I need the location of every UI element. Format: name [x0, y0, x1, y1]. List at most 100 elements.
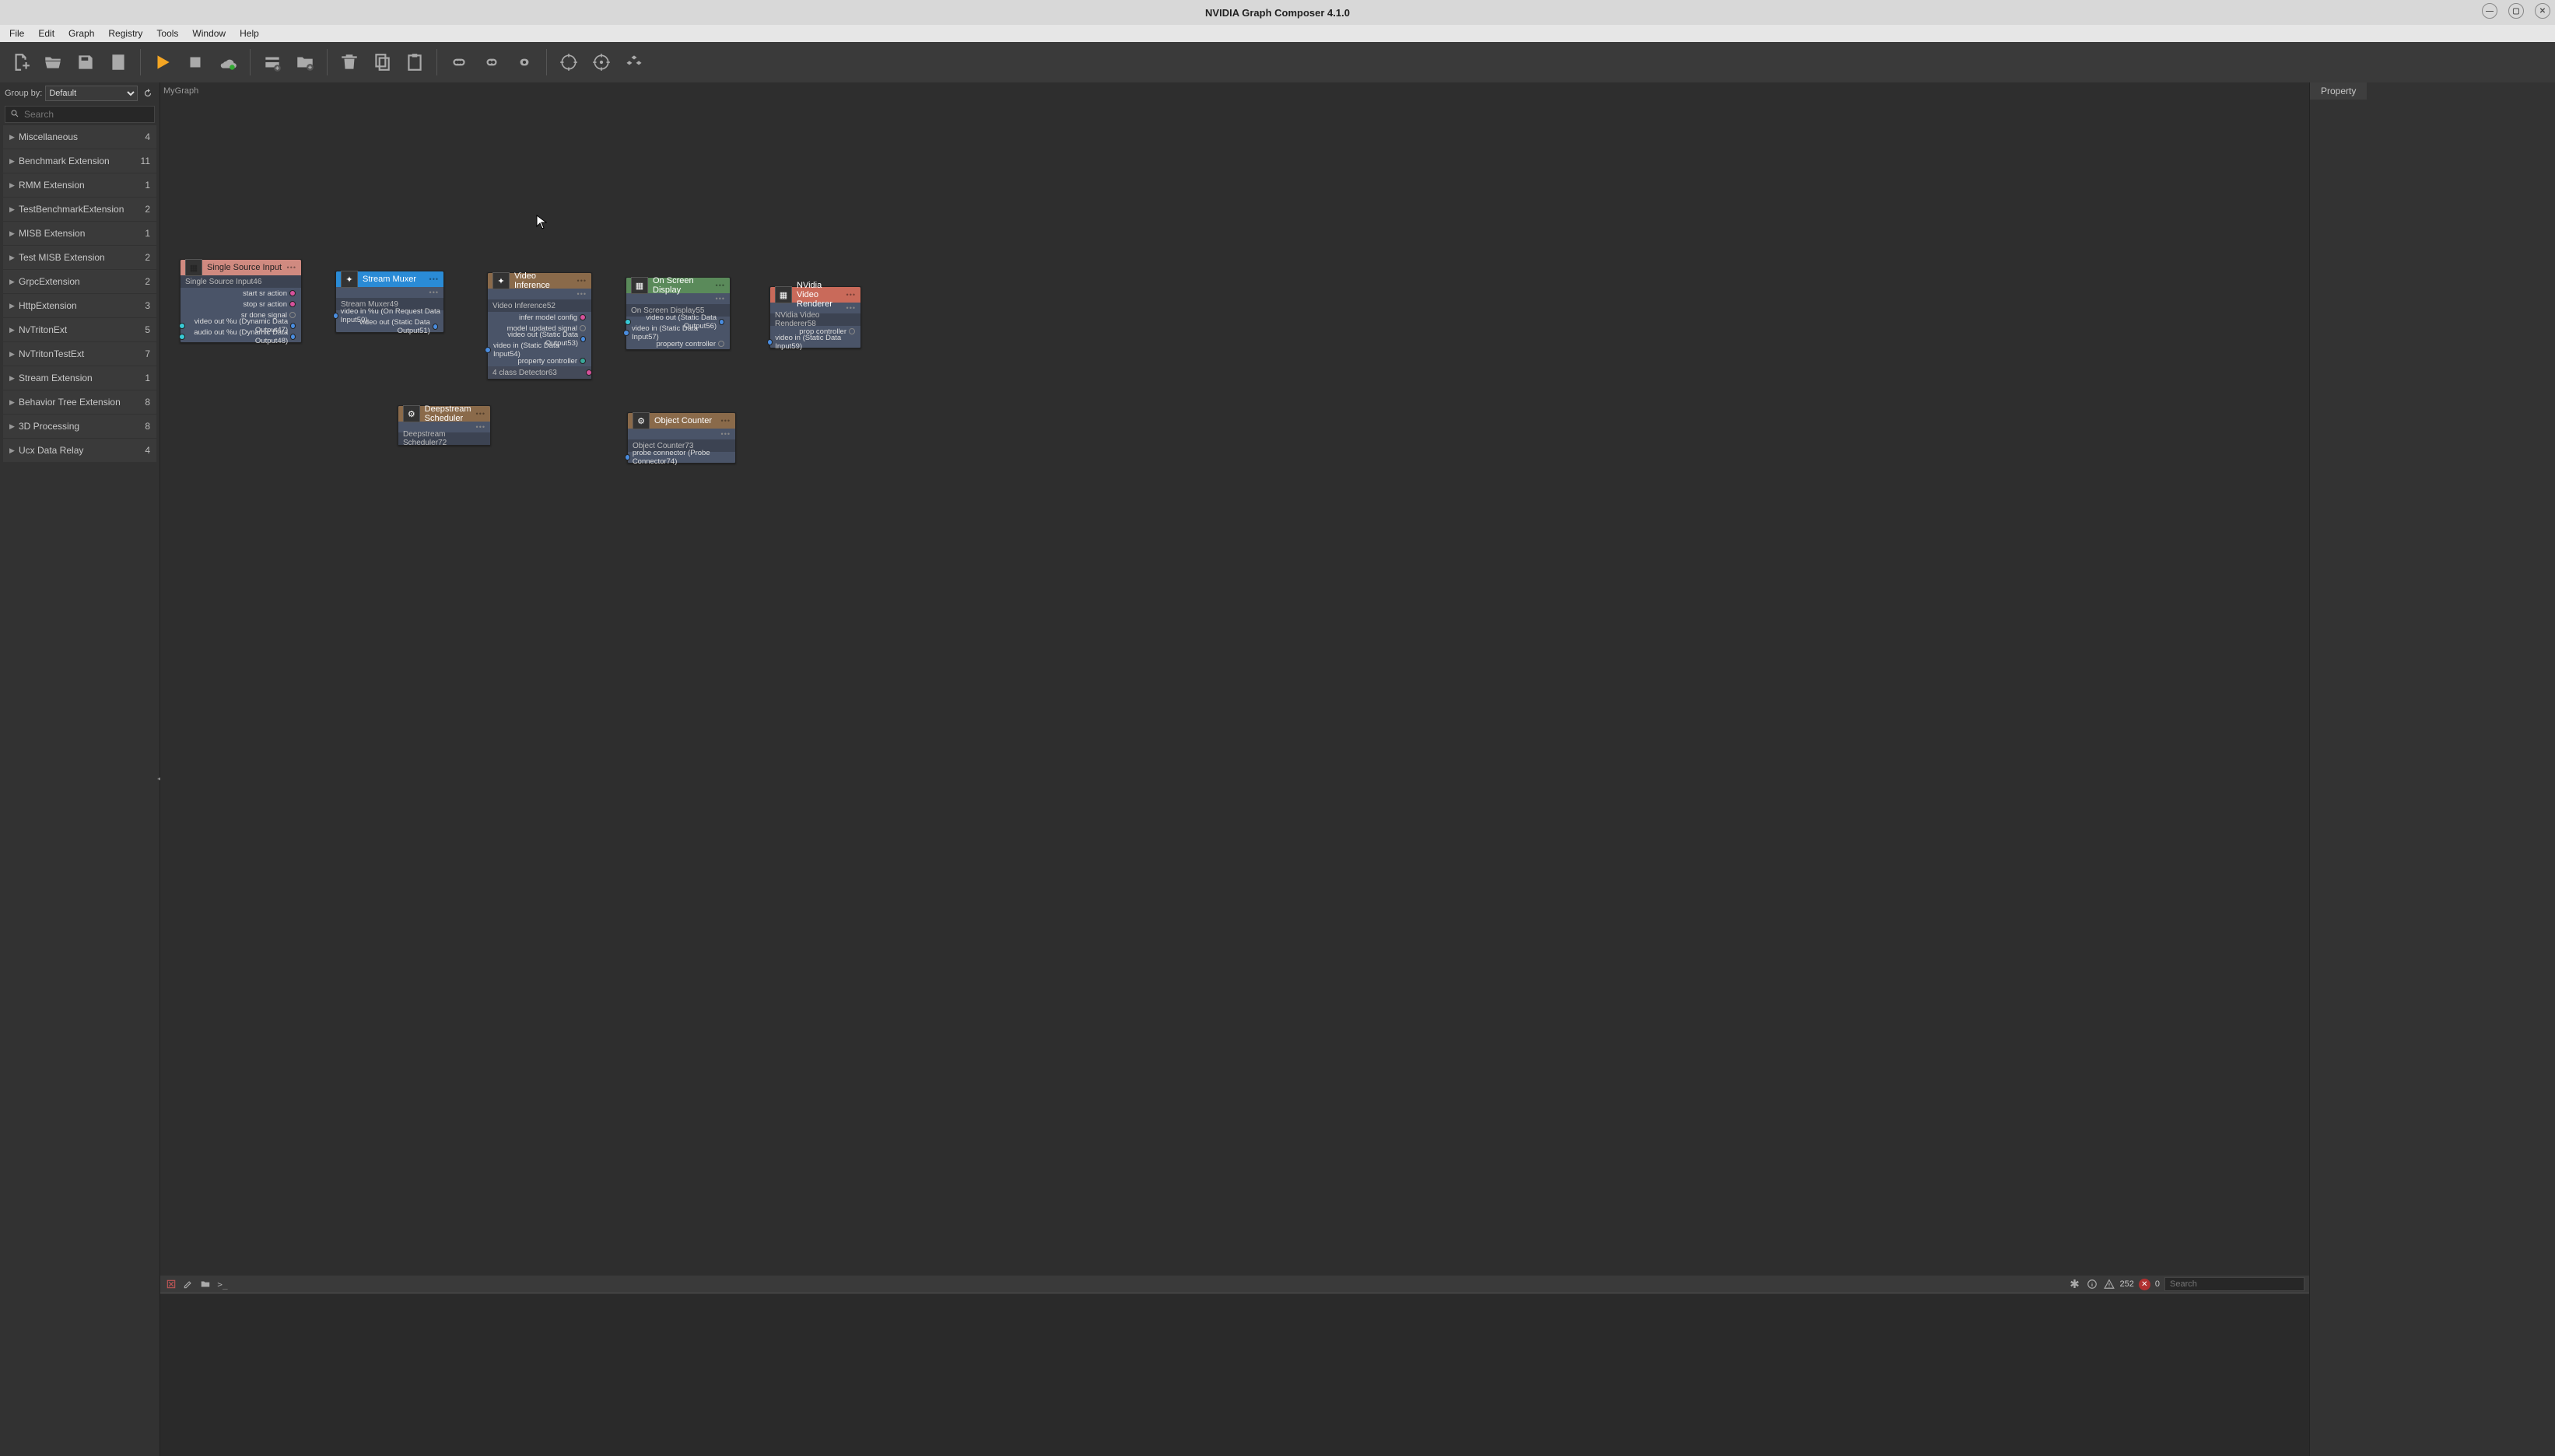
zoom-fit-button[interactable] — [445, 48, 473, 76]
category-row[interactable]: ▶RMM Extension1 — [3, 173, 156, 197]
left-port[interactable] — [625, 319, 631, 325]
more-icon[interactable]: ••• — [716, 282, 725, 289]
component-search[interactable] — [5, 106, 155, 123]
info-icon[interactable] — [2086, 1278, 2098, 1290]
close-button[interactable]: ✕ — [2535, 3, 2550, 19]
export-button[interactable] — [291, 48, 319, 76]
more-icon[interactable]: ••• — [287, 264, 296, 271]
category-row[interactable]: ▶Test MISB Extension2 — [3, 246, 156, 269]
warn-icon[interactable] — [2103, 1278, 2115, 1290]
menu-file[interactable]: File — [3, 26, 30, 40]
output-port[interactable] — [718, 341, 724, 347]
log-folder-icon[interactable] — [199, 1278, 212, 1290]
zoom-selection-button[interactable] — [478, 48, 506, 76]
log-edit-icon[interactable] — [182, 1278, 195, 1290]
output-port[interactable] — [289, 290, 296, 296]
play-button[interactable] — [149, 48, 177, 76]
error-badge-icon[interactable]: ✕ — [2139, 1279, 2150, 1290]
more-icon[interactable]: ••• — [721, 417, 731, 425]
graph-tab[interactable]: MyGraph — [163, 86, 198, 96]
category-row[interactable]: ▶Benchmark Extension11 — [3, 149, 156, 173]
menu-registry[interactable]: Registry — [102, 26, 149, 40]
node-stream-muxer[interactable]: ✦Stream Muxer••• ••• Stream Muxer49 vide… — [335, 271, 444, 333]
node-single-source-input[interactable]: ▦Single Source Input••• Single Source In… — [180, 259, 302, 343]
node-video-inference[interactable]: ✦Video Inference••• ••• Video Inference5… — [487, 272, 592, 380]
category-row[interactable]: ▶TestBenchmarkExtension2 — [3, 198, 156, 221]
node-deepstream-scheduler[interactable]: ⚙Deepstream Scheduler••• ••• Deepstream … — [398, 405, 491, 446]
minimize-button[interactable]: — — [2482, 3, 2497, 19]
copy-button[interactable] — [368, 48, 396, 76]
input-port[interactable] — [333, 313, 338, 319]
category-row[interactable]: ▶Ucx Data Relay4 — [3, 439, 156, 462]
more-icon[interactable]: ••• — [846, 291, 856, 299]
input-port[interactable] — [485, 347, 491, 353]
property-panel: Property — [2309, 82, 2555, 1456]
category-row[interactable]: ▶GrpcExtension2 — [3, 270, 156, 293]
snowflake-icon[interactable]: ✱ — [2069, 1278, 2081, 1290]
node-object-counter[interactable]: ⚙Object Counter••• ••• Object Counter73 … — [627, 412, 736, 464]
category-row[interactable]: ▶Behavior Tree Extension8 — [3, 390, 156, 414]
save-button[interactable] — [72, 48, 100, 76]
groupby-select[interactable]: Default — [45, 86, 138, 101]
menu-window[interactable]: Window — [186, 26, 232, 40]
deploy-cloud-button[interactable] — [214, 48, 242, 76]
more-icon[interactable]: ••• — [476, 410, 485, 418]
stop-button[interactable] — [181, 48, 209, 76]
node-nvidia-video-renderer[interactable]: ▦NVidia Video Renderer••• ••• NVidia Vid… — [769, 286, 861, 348]
delete-button[interactable] — [335, 48, 363, 76]
category-row[interactable]: ▶HttpExtension3 — [3, 294, 156, 317]
output-port[interactable] — [586, 369, 592, 376]
output-port[interactable] — [433, 324, 438, 330]
console-output[interactable] — [160, 1293, 2309, 1456]
center-view-button[interactable] — [555, 48, 583, 76]
close-graph-button[interactable] — [104, 48, 132, 76]
import-button[interactable] — [258, 48, 286, 76]
status-search-input[interactable] — [2164, 1277, 2304, 1291]
more-icon[interactable]: ••• — [429, 275, 439, 283]
open-file-button[interactable] — [39, 48, 67, 76]
node-title: Object Counter — [654, 416, 717, 425]
layout-button[interactable] — [620, 48, 648, 76]
output-port[interactable] — [289, 312, 296, 318]
category-row[interactable]: ▶NvTritonExt5 — [3, 318, 156, 341]
chevron-right-icon: ▶ — [9, 133, 19, 142]
chevron-right-icon: ▶ — [9, 254, 19, 262]
category-row[interactable]: ▶Stream Extension1 — [3, 366, 156, 390]
node-title: Single Source Input — [207, 263, 282, 272]
terminal-icon[interactable]: >_ — [216, 1278, 229, 1290]
graph-canvas[interactable]: ▦Single Source Input••• Single Source In… — [160, 100, 2309, 1456]
category-row[interactable]: ▶Miscellaneous4 — [3, 125, 156, 149]
menu-edit[interactable]: Edit — [32, 26, 61, 40]
titlebar: NVIDIA Graph Composer 4.1.0 — ▢ ✕ — [0, 0, 2555, 25]
node-on-screen-display[interactable]: ▦On Screen Display••• ••• On Screen Disp… — [626, 277, 731, 350]
output-port[interactable] — [289, 301, 296, 307]
output-port[interactable] — [290, 334, 296, 340]
log-clear-icon[interactable] — [165, 1278, 177, 1290]
category-list[interactable]: ▶Miscellaneous4 ▶Benchmark Extension11 ▶… — [0, 124, 159, 1456]
menu-help[interactable]: Help — [233, 26, 265, 40]
input-port[interactable] — [623, 330, 629, 336]
maximize-button[interactable]: ▢ — [2508, 3, 2524, 19]
locate-button[interactable] — [587, 48, 615, 76]
menu-graph[interactable]: Graph — [62, 26, 100, 40]
category-row[interactable]: ▶NvTritonTestExt7 — [3, 342, 156, 366]
output-port[interactable] — [580, 325, 586, 331]
left-port[interactable] — [179, 334, 185, 340]
property-tab[interactable]: Property — [2310, 82, 2367, 100]
input-port[interactable] — [767, 339, 773, 345]
new-file-button[interactable] — [6, 48, 34, 76]
output-port[interactable] — [580, 358, 586, 364]
zoom-one-button[interactable] — [510, 48, 538, 76]
output-port[interactable] — [290, 323, 296, 329]
refresh-icon[interactable] — [141, 86, 155, 100]
component-search-input[interactable] — [24, 109, 149, 120]
node-icon: ▦ — [631, 277, 648, 294]
category-row[interactable]: ▶MISB Extension1 — [3, 222, 156, 245]
paste-button[interactable] — [401, 48, 429, 76]
more-icon[interactable]: ••• — [577, 277, 587, 285]
category-row[interactable]: ▶3D Processing8 — [3, 415, 156, 438]
menu-tools[interactable]: Tools — [150, 26, 184, 40]
node-subtitle: NVidia Video Renderer58 — [770, 313, 860, 326]
input-port[interactable] — [625, 454, 630, 460]
output-port[interactable] — [580, 314, 586, 320]
